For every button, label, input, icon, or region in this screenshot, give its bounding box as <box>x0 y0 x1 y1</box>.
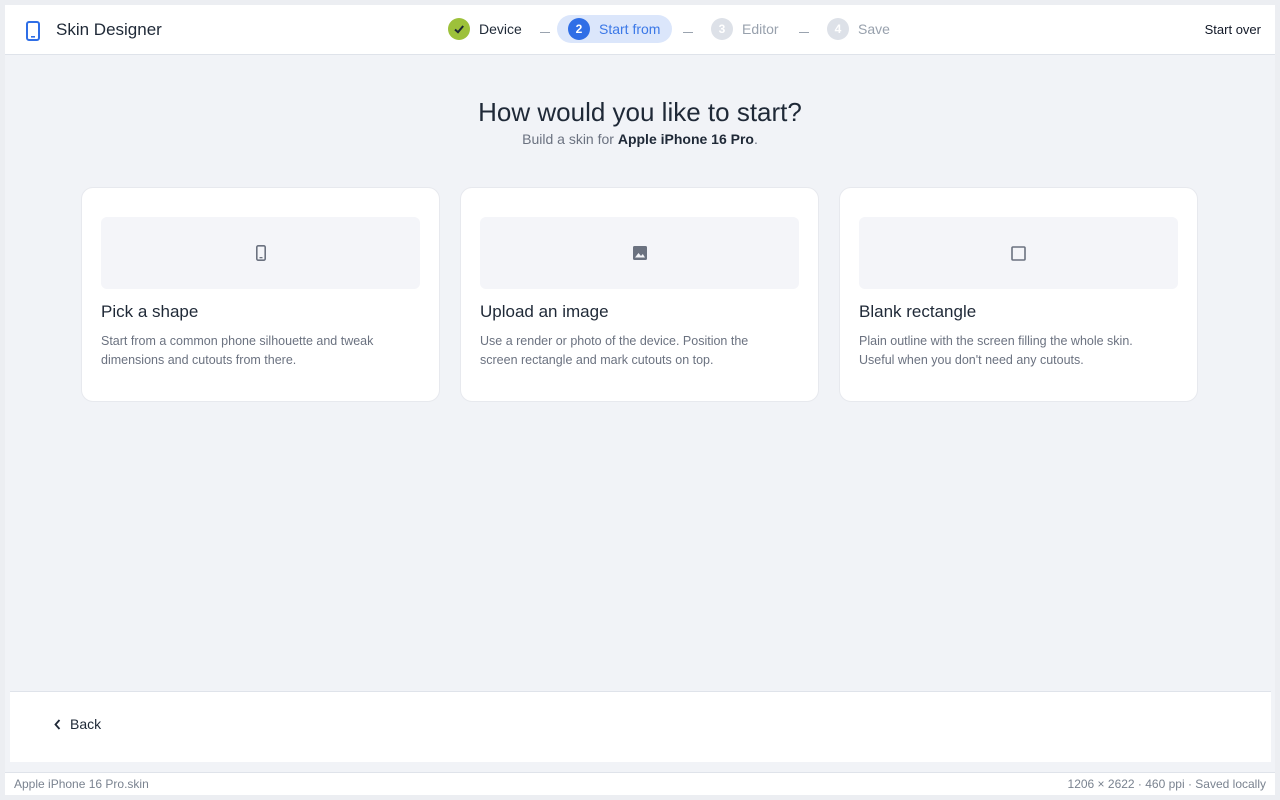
card-preview <box>101 217 420 289</box>
status-bar: Apple iPhone 16 Pro.skin 1206 × 2622 · 4… <box>5 772 1275 795</box>
step-number: 3 <box>711 18 733 40</box>
step-separator <box>683 32 693 33</box>
subtitle-suffix: . <box>753 131 758 147</box>
stepper: Device 2 Start from 3 Editor 4 Save <box>5 5 1275 55</box>
step-label: Start from <box>599 21 661 37</box>
step-save[interactable]: 4 Save <box>827 15 890 43</box>
card-preview <box>859 217 1178 289</box>
start-over-button[interactable]: Start over <box>1205 22 1261 37</box>
option-card-pick-shape[interactable]: Pick a shape Start from a common phone s… <box>81 187 440 402</box>
card-title: Upload an image <box>480 302 609 321</box>
step-separator <box>540 32 550 33</box>
step-start-from[interactable]: 2 Start from <box>557 15 673 43</box>
step-device[interactable]: Device <box>448 15 522 43</box>
check-icon <box>448 18 470 40</box>
subtitle-prefix: Build a skin for <box>522 131 618 147</box>
step-number: 4 <box>827 18 849 40</box>
step-label: Device <box>479 21 522 37</box>
page-subtitle: Build a skin for Apple iPhone 16 Pro. <box>5 131 1275 147</box>
status-filename: Apple iPhone 16 Pro.skin <box>14 777 149 791</box>
option-card-upload-image[interactable]: Upload an image Use a render or photo of… <box>460 187 819 402</box>
card-description: Use a render or photo of the device. Pos… <box>480 334 749 367</box>
option-card-blank-rectangle[interactable]: Blank rectangle Plain outline with the s… <box>839 187 1198 402</box>
header-bar: Skin Designer Device 2 Start from 3 Edit… <box>5 5 1275 55</box>
app-window: Skin Designer Device 2 Start from 3 Edit… <box>5 5 1275 795</box>
back-button[interactable]: Back <box>54 716 101 732</box>
square-icon <box>1011 245 1026 261</box>
step-label: Save <box>858 21 890 37</box>
device-name: Apple iPhone 16 Pro <box>617 131 754 147</box>
card-preview <box>480 217 799 289</box>
chevron-left-icon <box>54 718 61 730</box>
step-separator <box>799 32 809 33</box>
card-description: Plain outline with the screen filling th… <box>859 334 1133 367</box>
image-icon <box>632 246 647 260</box>
back-label: Back <box>70 716 102 732</box>
step-label: Editor <box>742 21 779 37</box>
step-number: 2 <box>568 18 590 40</box>
footer-bar: Back <box>10 691 1271 762</box>
card-title: Blank rectangle <box>859 302 977 321</box>
card-description: Start from a common phone silhouette and… <box>101 334 374 367</box>
page-title: How would you like to start? <box>478 97 802 127</box>
step-editor[interactable]: 3 Editor <box>711 15 779 43</box>
status-info: 1206 × 2622 · 460 ppi · Saved locally <box>1067 777 1266 791</box>
phone-icon <box>255 245 266 261</box>
card-title: Pick a shape <box>101 302 199 321</box>
